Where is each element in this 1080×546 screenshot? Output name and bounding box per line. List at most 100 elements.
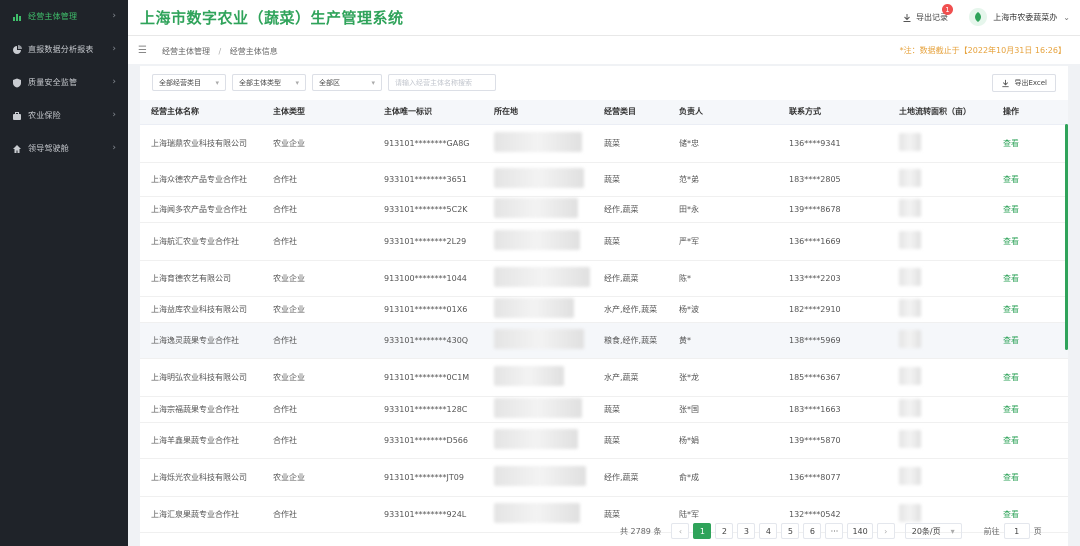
sidebar-item-0[interactable]: 经营主体管理 › — [0, 0, 128, 33]
chevron-right-icon: › — [112, 143, 116, 153]
entity-name: 上海众德农产品专业合作社 — [140, 162, 262, 197]
entity-type: 农业企业 — [262, 124, 373, 163]
view-button[interactable]: 查看 — [1003, 305, 1019, 314]
entity-type: 农业企业 — [262, 260, 373, 297]
goto-page-input[interactable] — [1003, 523, 1030, 539]
view-button[interactable]: 查看 — [1003, 510, 1019, 519]
location-redacted — [483, 422, 593, 459]
prev-page-button[interactable]: ‹ — [671, 523, 690, 539]
view-button[interactable]: 查看 — [1003, 175, 1019, 184]
download-icon — [903, 13, 911, 22]
table-row[interactable]: 上海瑞鼎农业科技有限公司 农业企业 913101********GA8G 蔬菜 储*忠 1… — [140, 124, 1068, 163]
sidebar-item-2[interactable]: 质量安全监管 › — [0, 66, 128, 99]
category-select[interactable]: 全部经营类目 ▾ — [152, 74, 226, 91]
table-header-row: 经营主体名称 主体类型 主体唯一标识 所在地 经营类目 负责人 联系方式 土地流转面积（亩）操… — [140, 100, 1068, 125]
owner: 杨*娟 — [668, 422, 778, 459]
action-cell: 查看 — [992, 222, 1068, 261]
entity-type: 合作社 — [262, 396, 373, 423]
export-records-button[interactable]: 导出记录 1 — [902, 4, 953, 23]
shield-icon — [12, 78, 22, 88]
phone: 183****1663 — [778, 396, 888, 423]
land-area-redacted — [888, 222, 992, 261]
entity-name: 上海瑞鼎农业科技有限公司 — [140, 124, 262, 163]
phone: 182****2910 — [778, 296, 888, 323]
entity-name: 上海航汇农业专业合作社 — [140, 222, 262, 261]
view-button[interactable]: 查看 — [1003, 237, 1019, 246]
breadcrumb-item[interactable]: 经营主体管理 — [162, 47, 210, 56]
goto-label: 前往 — [983, 526, 1000, 536]
view-button[interactable]: 查看 — [1003, 205, 1019, 214]
page-button-5[interactable]: 5 — [781, 523, 800, 539]
more-pages-button[interactable]: ··· — [825, 523, 844, 539]
entity-id: 913100********1044 — [373, 260, 483, 297]
chevron-right-icon: › — [112, 44, 116, 54]
sidebar-item-label: 经营主体管理 — [28, 12, 78, 21]
phone: 138****5969 — [778, 322, 888, 359]
sidebar-item-4[interactable]: 领导驾驶舱 › — [0, 132, 128, 165]
table-row[interactable]: 上海航汇农业专业合作社 合作社 933101********2L29 蔬菜 严*军 136… — [140, 222, 1068, 261]
avatar — [969, 8, 988, 26]
district-select[interactable]: 全部区 ▾ — [312, 74, 382, 91]
action-cell: 查看 — [992, 196, 1068, 223]
page-button-6[interactable]: 6 — [803, 523, 822, 539]
export-excel-label: 导出Excel — [1014, 79, 1047, 87]
view-button[interactable]: 查看 — [1003, 373, 1019, 382]
view-button[interactable]: 查看 — [1003, 405, 1019, 414]
sidebar-item-label: 农业保险 — [28, 111, 61, 120]
sidebar-item-1[interactable]: 直报数据分析报表 › — [0, 33, 128, 66]
search-input[interactable] — [388, 74, 496, 91]
column-header: 负责人 — [668, 100, 778, 125]
leaf-avatar-icon — [975, 12, 982, 22]
breadcrumb-separator: / — [218, 47, 222, 56]
entity-type: 合作社 — [262, 322, 373, 359]
page-size-select[interactable]: 20条/页 ▾ — [904, 523, 962, 539]
notification-badge: 1 — [942, 4, 953, 15]
menu-toggle-icon[interactable]: ☰ — [138, 45, 147, 56]
entity-id: 933101********2L29 — [373, 222, 483, 261]
page-button-2[interactable]: 2 — [715, 523, 734, 539]
table-row[interactable]: 上海明弘农业科技有限公司 农业企业 913101********0C1M 水产,蔬菜张… — [140, 358, 1068, 397]
page-button-1[interactable]: 1 — [693, 523, 712, 539]
phone: 139****8678 — [778, 196, 888, 223]
business-category: 水产,蔬菜 — [593, 358, 668, 397]
sidebar-item-3[interactable]: 农业保险 › — [0, 99, 128, 132]
chevron-right-icon: › — [112, 11, 116, 21]
entity-type-select[interactable]: 全部主体类型 ▾ — [232, 74, 306, 91]
page-button-3[interactable]: 3 — [737, 523, 756, 539]
page-button-4[interactable]: 4 — [759, 523, 778, 539]
table-row[interactable]: 上海烁光农业科技有限公司 农业企业 913101********JT09 经作,蔬菜俞… — [140, 458, 1068, 497]
owner: 黄* — [668, 322, 778, 359]
entity-id: 933101********3651 — [373, 162, 483, 197]
phone: 136****9341 — [778, 124, 888, 163]
entity-id: 933101********430Q — [373, 322, 483, 359]
view-button[interactable]: 查看 — [1003, 139, 1019, 148]
entity-name: 上海明弘农业科技有限公司 — [140, 358, 262, 397]
page-button-last[interactable]: 140 — [847, 523, 873, 539]
breadcrumb-item-current: 经营主体信息 — [229, 47, 278, 56]
phone: 133****2203 — [778, 260, 888, 297]
export-excel-button[interactable]: 导出Excel — [992, 74, 1056, 92]
land-area-redacted — [888, 422, 992, 459]
view-button[interactable]: 查看 — [1003, 473, 1019, 482]
land-area-redacted — [888, 196, 992, 223]
location-redacted — [483, 260, 593, 297]
entity-type: 合作社 — [262, 222, 373, 261]
next-page-button[interactable]: › — [876, 523, 895, 539]
table-row[interactable]: 上海羊鑫果蔬专业合作社 合作社 933101********D566 蔬菜 杨*娟 139… — [140, 422, 1068, 459]
table-row[interactable]: 上海益库农业科技有限公司 农业企业 913101********01X6 水产,经作,… — [140, 296, 1068, 323]
table-row[interactable]: 上海宗福蔬果专业合作社 合作社 933101********128C 蔬菜 张*国 183… — [140, 396, 1068, 423]
table-row[interactable]: 上海逸灵蔬果专业合作社 合作社 933101********430Q 粮食,经作,蔬菜… — [140, 322, 1068, 359]
view-button[interactable]: 查看 — [1003, 274, 1019, 283]
location-redacted — [483, 358, 593, 397]
table-row[interactable]: 上海众德农产品专业合作社 合作社 933101********3651 蔬菜 范*弟 18… — [140, 162, 1068, 197]
user-menu[interactable]: 上海市农委蔬菜办 ⌄ — [969, 8, 1070, 26]
home-icon — [12, 144, 22, 154]
action-cell: 查看 — [992, 358, 1068, 397]
table-row[interactable]: 上海育德农艺有限公司 农业企业 913100********1044 经作,蔬菜 陈* 1… — [140, 260, 1068, 297]
chevron-down-icon: ⌄ — [1063, 12, 1070, 22]
view-button[interactable]: 查看 — [1003, 436, 1019, 445]
table-row[interactable]: 上海闻多农产品专业合作社 合作社 933101********5C2K 经作,蔬菜 田*… — [140, 196, 1068, 223]
goto-page: 前往 页 — [984, 523, 1042, 539]
table-scrollbar[interactable] — [1065, 124, 1068, 350]
view-button[interactable]: 查看 — [1003, 336, 1019, 345]
